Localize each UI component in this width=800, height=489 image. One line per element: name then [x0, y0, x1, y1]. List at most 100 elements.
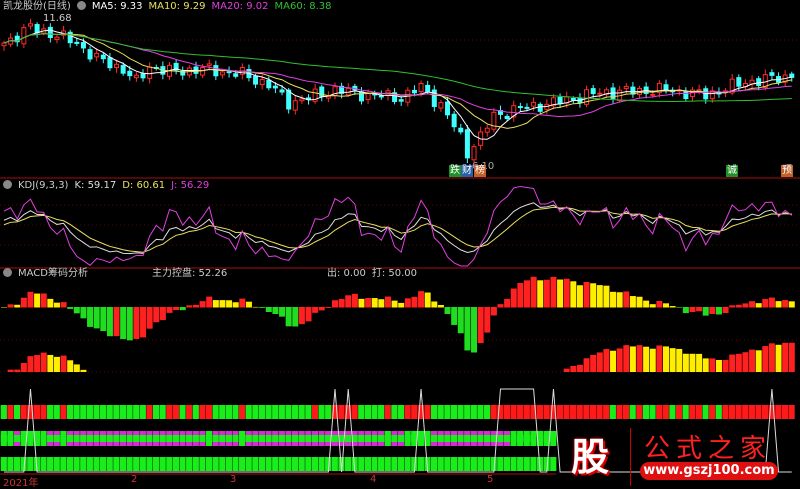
event-tag-die[interactable]: 跌 — [449, 165, 461, 177]
settings-dot-icon[interactable] — [76, 1, 86, 10]
macd-lower-bar — [702, 358, 709, 372]
band-row1-cell — [444, 405, 451, 419]
band-row1-cell — [305, 405, 312, 419]
band-row3-cell — [444, 457, 451, 471]
candle-body — [491, 111, 497, 130]
band-row1-cell — [364, 405, 371, 419]
macd-upper-bar — [318, 307, 325, 311]
macd-upper-bar — [219, 300, 226, 308]
macd-lower-bar — [53, 356, 60, 372]
band-row1-cell — [762, 405, 769, 419]
candle-body — [286, 89, 292, 110]
band-row2-core — [126, 435, 133, 442]
band-row2-core — [225, 435, 232, 442]
band-row1-cell — [483, 405, 491, 419]
event-tag-bang[interactable]: 榜 — [474, 165, 486, 177]
band-row1-cell — [781, 405, 789, 419]
candle-body — [471, 146, 477, 161]
band-row1-cell — [119, 405, 127, 419]
event-tag-cheng[interactable]: 诚 — [726, 165, 738, 177]
band-row1-cell — [113, 405, 120, 419]
event-tag-yu[interactable]: 预 — [781, 165, 793, 177]
event-tag-cai[interactable]: 财 — [461, 165, 473, 177]
band-row3-cell — [318, 457, 325, 471]
band-row3-cell — [265, 457, 272, 471]
macd-lower-bar — [629, 346, 636, 372]
band-row3-cell — [13, 457, 21, 471]
band-row3-cell — [384, 457, 391, 471]
macd-upper-bar — [312, 307, 319, 313]
band-row1-cell — [139, 405, 146, 419]
band-row1-cell — [450, 405, 458, 419]
control-value: 主力控盘: 52.26 — [152, 268, 228, 279]
macd-upper-bar — [782, 300, 789, 308]
macd-lower-bar — [782, 342, 789, 372]
macd-upper-bar — [444, 307, 451, 315]
macd-upper-bar — [73, 307, 80, 314]
band-row2-core — [265, 435, 272, 442]
macd-upper-bar — [245, 301, 252, 308]
band-row1-cell — [695, 405, 702, 419]
band-row3-cell — [100, 457, 107, 471]
band-row1-cell — [245, 405, 252, 419]
macd-upper-bar — [451, 307, 458, 325]
macd-upper-bar — [20, 297, 27, 308]
macd-upper-bar — [192, 304, 199, 308]
band-row1-cell — [404, 405, 411, 419]
macd-lower-bar — [563, 368, 570, 372]
candle-body — [630, 86, 636, 95]
chart-canvas[interactable] — [0, 0, 800, 486]
band-row1-cell — [60, 405, 67, 419]
band-row2-core — [371, 435, 378, 442]
candle-body — [21, 27, 27, 45]
kdj-k: K: 59.17 — [74, 180, 117, 191]
candle-body — [557, 96, 563, 105]
band-row3-cell — [179, 457, 186, 471]
candle-body — [445, 101, 451, 116]
band-row3-cell — [470, 457, 477, 471]
macd-upper-bar — [735, 304, 742, 308]
settings-dot-icon[interactable] — [3, 180, 12, 189]
band-row3-cell — [364, 457, 371, 471]
macd-upper-bar — [398, 302, 405, 308]
logo-divider — [630, 428, 631, 486]
macd-lower-bar — [576, 364, 583, 372]
candle-body — [94, 52, 100, 58]
band-row2-core — [510, 435, 517, 442]
macd-upper-bar — [272, 307, 279, 315]
kdj-d: D: 60.61 — [122, 180, 166, 191]
band-row2-core — [0, 435, 7, 442]
candle-body — [504, 115, 510, 120]
macd-upper-bar — [497, 304, 504, 308]
macd-lower-bar — [649, 348, 656, 372]
macd-upper-bar — [729, 305, 736, 308]
candle-body — [206, 63, 212, 66]
macd-upper-bar — [636, 296, 643, 308]
band-row2-core — [219, 435, 226, 442]
band-row1-cell — [649, 405, 656, 419]
band-row1-cell — [384, 405, 391, 419]
time-label: 5 — [487, 474, 494, 485]
macd-lower-bar — [742, 352, 749, 372]
band-row1-cell — [503, 405, 511, 419]
band-row3-cell — [371, 457, 378, 471]
macd-upper-bar — [212, 300, 219, 308]
band-row1-cell — [669, 405, 676, 419]
band-row2-core — [146, 435, 153, 442]
band-row2-core — [20, 435, 27, 442]
band-row2-core — [166, 435, 173, 442]
band-row1-cell — [424, 405, 431, 419]
macd-upper-bar — [742, 303, 749, 308]
band-row1-cell — [7, 405, 14, 419]
macd-upper-bar — [583, 282, 590, 308]
band-row3-cell — [258, 457, 266, 471]
band-row3-cell — [186, 457, 193, 471]
band-row1-cell — [272, 405, 279, 419]
macd-upper-bar — [153, 307, 160, 323]
macd-upper-bar — [437, 305, 444, 308]
d-line — [3, 206, 792, 253]
settings-dot-icon[interactable] — [3, 268, 12, 277]
band-row1-cell — [589, 405, 597, 419]
band-row2-core — [212, 435, 219, 442]
macd-lower-bar — [40, 352, 47, 372]
